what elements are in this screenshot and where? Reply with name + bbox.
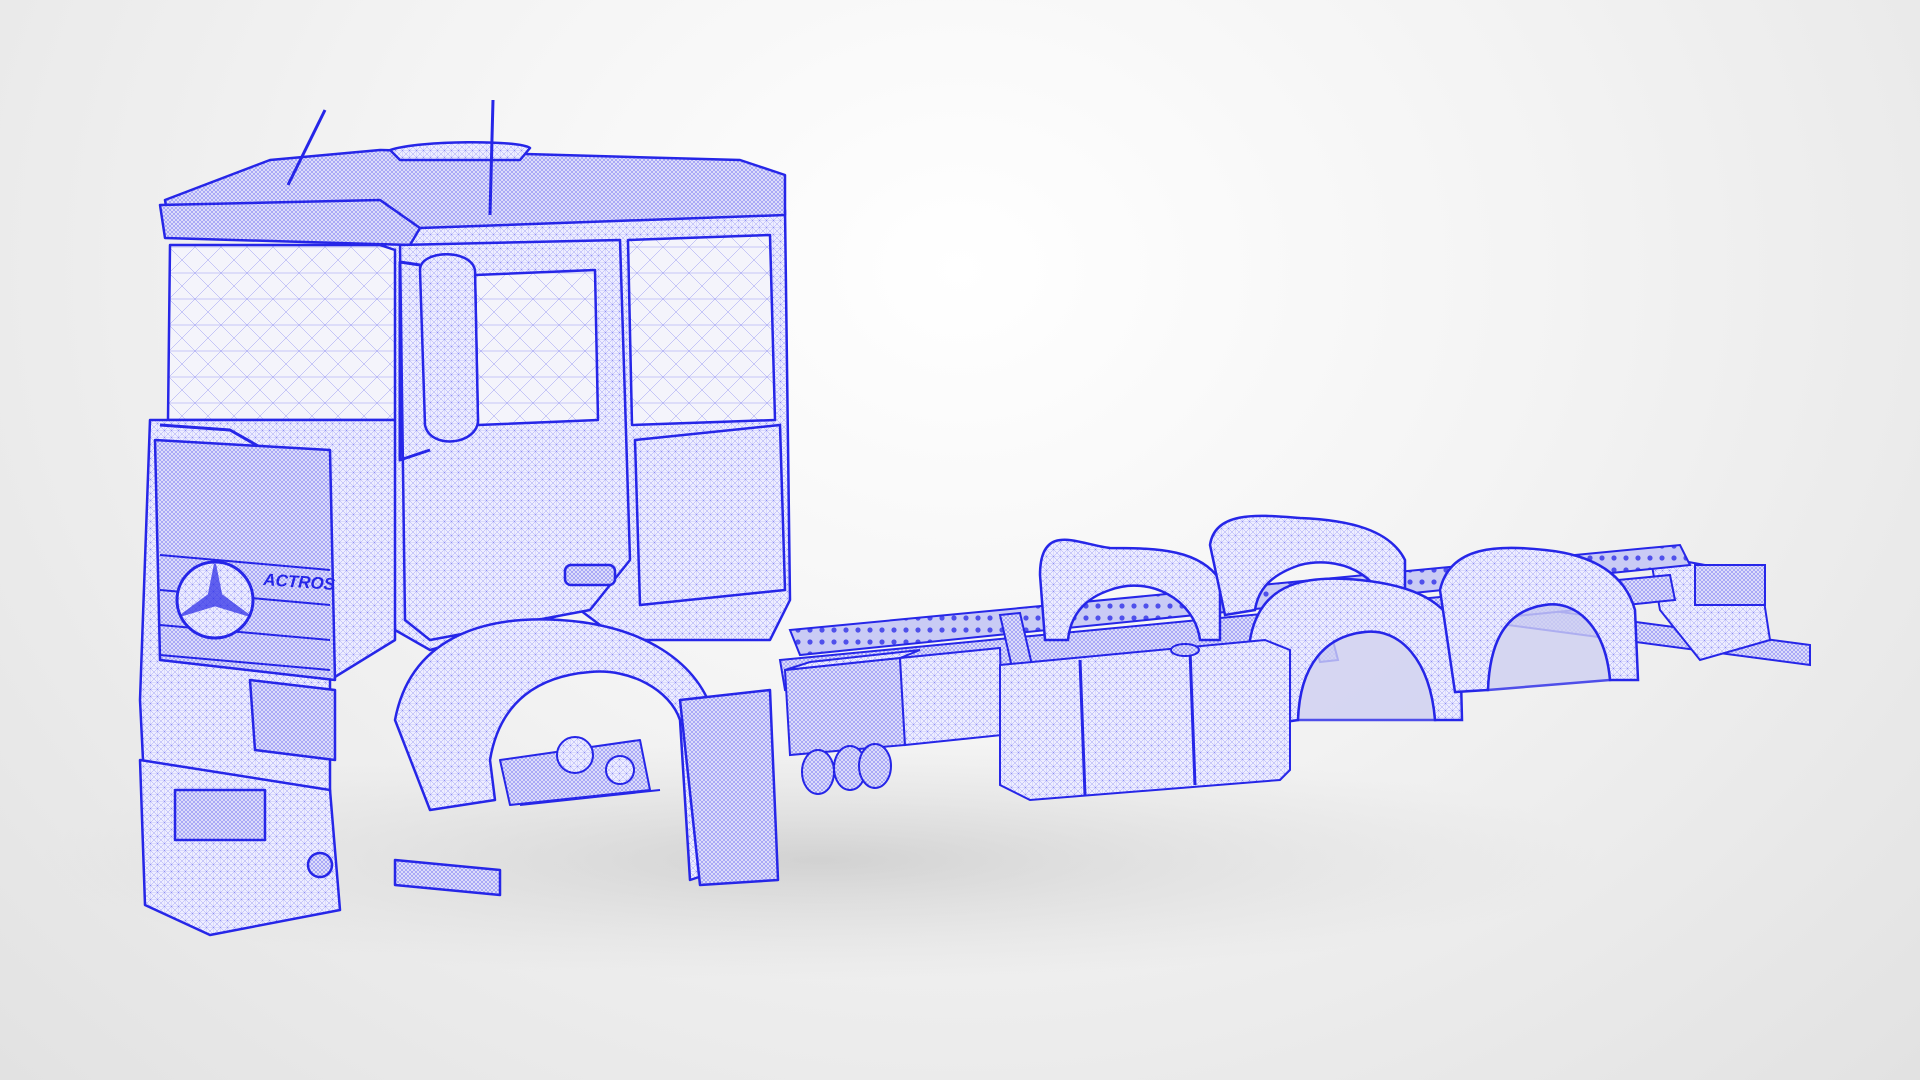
storage-box — [898, 646, 1004, 747]
rear-light-housing — [1694, 564, 1766, 606]
door-handle — [563, 563, 617, 587]
bumper-vent — [173, 788, 267, 842]
air-tank — [801, 749, 835, 795]
headlight — [248, 678, 337, 762]
door-window — [473, 268, 600, 427]
truck-wireframe-render: ACTROS — [40, 99, 1811, 980]
brand-star-emblem — [175, 560, 255, 640]
cab-rear-window — [626, 233, 777, 427]
front-bumper — [138, 758, 342, 937]
side-mirror — [418, 253, 480, 443]
cab-side-lower-panel — [633, 423, 787, 607]
fuel-cap — [1170, 643, 1200, 657]
sun-visor — [158, 198, 422, 247]
air-tank — [858, 743, 892, 789]
front-grille — [153, 438, 337, 682]
windshield — [166, 243, 397, 422]
chassis-equipment — [783, 638, 1291, 802]
roof-spoiler — [388, 140, 532, 162]
battery-box — [783, 656, 907, 757]
fuel-tank — [999, 638, 1291, 802]
fog-light — [306, 851, 334, 879]
